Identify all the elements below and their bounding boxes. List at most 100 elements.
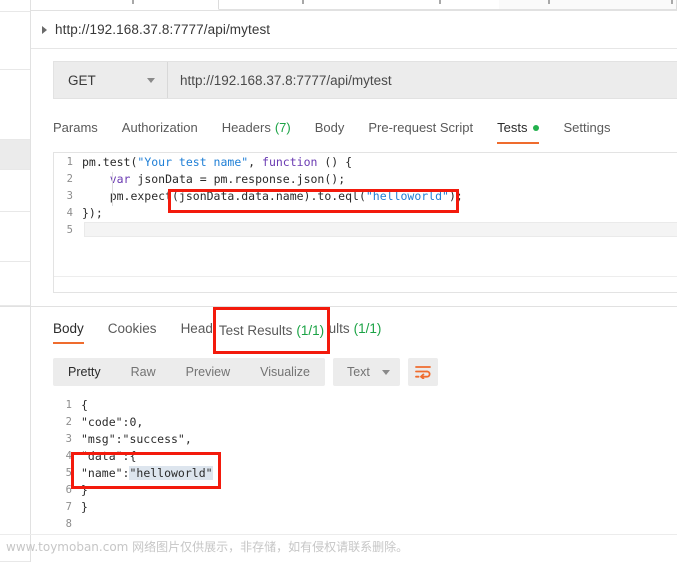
request-tab-body[interactable]: Body	[315, 111, 345, 144]
response-format-toolbar: Pretty Raw Preview Visualize Text	[53, 358, 438, 386]
line-number: 3	[66, 189, 73, 202]
response-language-selector[interactable]: Text	[332, 358, 400, 386]
json-line: 4 "data":{	[53, 447, 677, 464]
caret-right-icon[interactable]	[42, 25, 47, 34]
line-number: 5	[66, 223, 73, 236]
tab-dirty-indicator	[302, 0, 304, 4]
response-tab-test-results-annotated[interactable]: Test Results (1/1)	[219, 323, 324, 338]
json-line-text: "data":{	[81, 448, 137, 463]
request-tab-label: Headers	[221, 120, 271, 135]
response-view-label: Preview	[185, 365, 231, 379]
response-tab-count: (1/1)	[353, 321, 382, 336]
response-language-label: Text	[346, 365, 370, 379]
tab-dirty-indicator	[439, 0, 441, 4]
request-tab-headers[interactable]: Headers (7)	[222, 111, 291, 144]
request-tab-params[interactable]: Params	[53, 111, 98, 144]
line-number: 4	[65, 449, 72, 462]
request-tab-label: Tests	[497, 120, 528, 135]
pane-splitter[interactable]	[0, 306, 677, 307]
json-line-text: "name":	[81, 465, 130, 480]
code-line: 1 pm.test("Your test name", function () …	[54, 153, 677, 170]
line-number: 5	[65, 466, 72, 479]
response-view-visualize[interactable]: Visualize	[245, 358, 325, 386]
indent-guide	[112, 188, 113, 206]
response-view-group: Pretty Raw Preview Visualize	[53, 358, 325, 386]
request-tab-authorization[interactable]: Authorization	[122, 111, 198, 144]
response-tabs: Body Cookies Headers (4) Test Results (1…	[31, 313, 677, 349]
breadcrumb[interactable]: http://192.168.37.8:7777/api/mytest	[31, 11, 677, 49]
top-tab-4[interactable]	[499, 0, 677, 10]
response-body-viewer[interactable]: 1 { 2 "code":0, 3 "msg":"success", 4 "da…	[53, 396, 677, 532]
chevron-down-icon[interactable]	[381, 369, 390, 375]
json-line: 1 {	[53, 396, 677, 413]
rail-row	[0, 262, 30, 306]
line-number: 6	[65, 483, 72, 496]
tests-code-editor[interactable]: 1 pm.test("Your test name", function () …	[53, 152, 677, 293]
response-view-pretty[interactable]: Pretty	[53, 358, 116, 386]
request-url-input[interactable]	[168, 62, 677, 98]
json-line: 5 "name": "helloworld"	[53, 464, 677, 481]
chevron-down-icon[interactable]	[147, 77, 155, 83]
line-number: 2	[65, 415, 72, 428]
rail-row-selected[interactable]	[0, 140, 30, 170]
request-tab-pre-request-script[interactable]: Pre-request Script	[368, 111, 473, 144]
code-line-text[interactable]: });	[82, 206, 103, 220]
request-tab-label: Body	[314, 120, 345, 135]
response-tab-label: Test Results	[218, 323, 293, 338]
code-line-text[interactable]: var jsonData = pm.response.json();	[82, 171, 345, 189]
url-bar: GET	[53, 61, 677, 99]
json-line-text: }	[81, 499, 88, 514]
response-tab-label: Cookies	[107, 321, 157, 336]
postman-window: http://192.168.37.8:7777/api/mytest GET …	[0, 0, 677, 562]
top-tab-1[interactable]	[31, 0, 219, 10]
response-view-preview[interactable]: Preview	[171, 358, 245, 386]
code-line-text[interactable]: pm.expect(jsonData.data.name).to.eql("he…	[82, 188, 463, 206]
breadcrumb-label: http://192.168.37.8:7777/api/mytest	[55, 22, 271, 37]
code-line: 3 pm.expect(jsonData.data.name).to.eql("…	[54, 187, 677, 206]
tab-dirty-indicator	[671, 0, 673, 4]
json-line: 3 "msg":"success",	[53, 430, 677, 447]
url-bar-row: GET	[31, 49, 677, 111]
request-tab-count: (7)	[274, 120, 291, 135]
rail-row	[0, 12, 30, 70]
json-line: 7 }	[53, 498, 677, 515]
line-number: 2	[66, 172, 73, 185]
tab-dirty-indicator	[548, 0, 550, 4]
annotation-box-test-results-tab: Test Results (1/1)	[213, 307, 330, 354]
json-line: 2 "code":0,	[53, 413, 677, 430]
http-method-label: GET	[68, 72, 96, 88]
rail-row	[0, 306, 30, 562]
line-number: 4	[66, 206, 73, 219]
editor-bottom-strip	[54, 276, 677, 292]
line-number: 8	[65, 517, 72, 530]
json-line: 8	[53, 515, 677, 532]
top-tab-3[interactable]	[371, 0, 499, 10]
rail-row	[0, 70, 30, 140]
json-highlighted-value[interactable]: "helloworld"	[129, 465, 213, 480]
request-tab-tests[interactable]: Tests	[497, 111, 540, 144]
code-line-text[interactable]: pm.test("Your test name", function () {	[82, 155, 352, 169]
request-tab-label: Pre-request Script	[368, 120, 474, 135]
request-tab-settings[interactable]: Settings	[563, 111, 610, 144]
response-view-label: Raw	[130, 365, 156, 379]
response-tab-count: (1/1)	[296, 323, 325, 338]
request-tab-label: Params	[53, 120, 98, 135]
rail-row	[0, 212, 30, 262]
response-tab-cookies[interactable]: Cookies	[108, 313, 157, 344]
response-tab-body[interactable]: Body	[53, 313, 84, 344]
watermark-text: www.toymoban.com 网络图片仅供展示，非存储，如有侵权请联系删除。	[6, 540, 409, 554]
request-tab-label: Authorization	[121, 120, 198, 135]
response-tab-label: Body	[53, 321, 84, 336]
response-view-label: Visualize	[260, 365, 310, 379]
request-tabs: Params Authorization Headers (7) Body Pr…	[31, 111, 677, 147]
wrap-text-button[interactable]	[407, 358, 438, 386]
json-line-text: {	[81, 397, 88, 412]
request-tab-label: Settings	[563, 120, 611, 135]
top-tab-2[interactable]	[219, 0, 371, 10]
left-sidebar-rail	[0, 0, 31, 562]
line-number: 3	[65, 432, 72, 445]
code-line-empty[interactable]	[84, 222, 677, 237]
http-method-selector[interactable]: GET	[54, 62, 168, 98]
line-number: 1	[65, 398, 72, 411]
response-view-raw[interactable]: Raw	[116, 358, 171, 386]
